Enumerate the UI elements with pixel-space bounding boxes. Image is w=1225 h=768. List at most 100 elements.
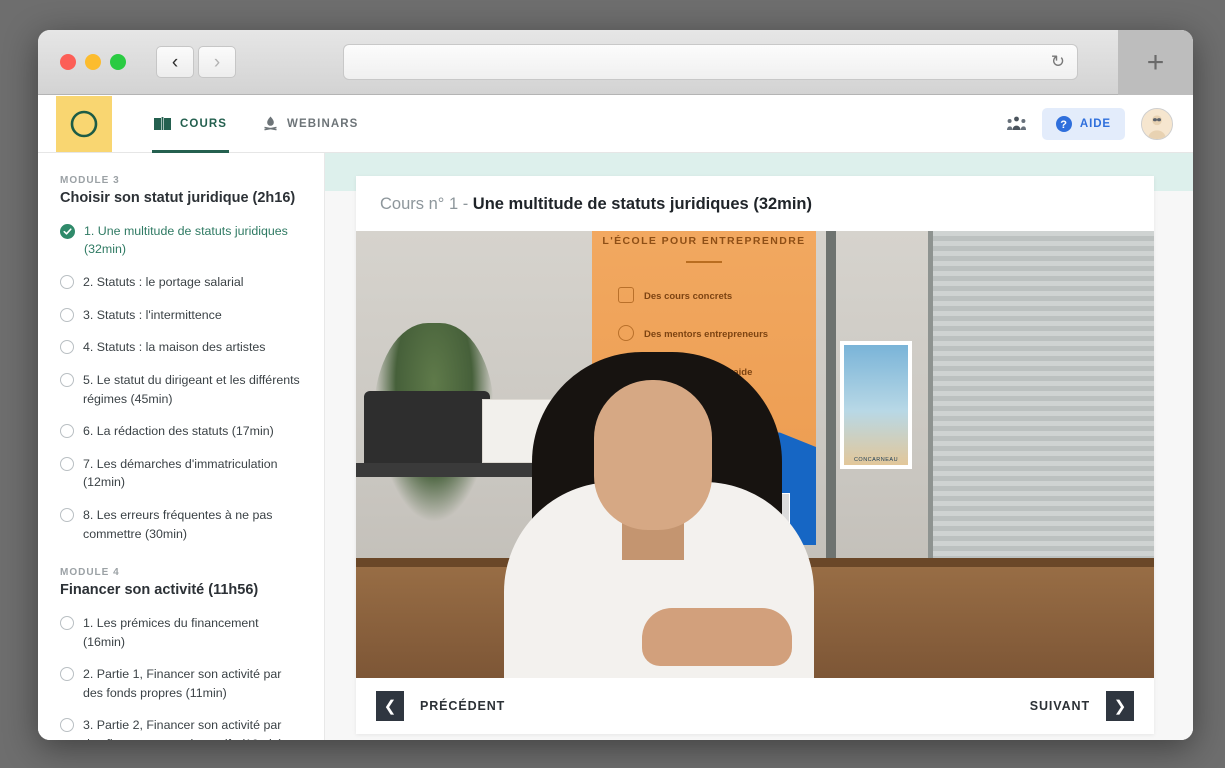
circle-outline-icon xyxy=(60,307,74,322)
list-item[interactable]: 4. Statuts : la maison des artistes xyxy=(60,338,304,357)
list-item-label: 7. Les démarches d'immatriculation (12mi… xyxy=(83,456,278,490)
circle-outline-icon xyxy=(60,275,74,290)
list-item[interactable]: 2. Partie 1, Financer son activité par d… xyxy=(60,665,304,702)
check-circle-icon xyxy=(60,223,75,239)
campfire-icon xyxy=(264,116,277,131)
video-door-frame xyxy=(826,231,836,562)
help-button-label: AIDE xyxy=(1079,117,1111,130)
course-sidebar[interactable]: MODULE 3 Choisir son statut juridique (2… xyxy=(38,153,325,740)
banner-line: Des cours concrets xyxy=(644,291,733,303)
circle-outline-icon xyxy=(60,667,74,682)
module-title: Financer son activité (11h56) xyxy=(60,582,259,599)
circle-outline-icon xyxy=(60,424,74,439)
avatar[interactable] xyxy=(1141,107,1173,140)
previous-lesson-button[interactable]: ❮ PRÉCÉDENT xyxy=(376,691,506,722)
next-label: SUIVANT xyxy=(1029,699,1090,714)
main-content: Cours n° 1 - Une multitude de statuts ju… xyxy=(325,153,1193,740)
list-item[interactable]: 2. Statuts : le portage salarial xyxy=(60,273,304,292)
browser-title-bar: ‹ › ↻ + xyxy=(38,30,1193,95)
list-item-label: 1. Une multitude de statuts juridiques (… xyxy=(84,223,288,257)
page-title: Cours n° 1 - Une multitude de statuts ju… xyxy=(356,176,1154,231)
app-body: MODULE 3 Choisir son statut juridique (2… xyxy=(38,153,1193,740)
help-button[interactable]: ? AIDE xyxy=(1041,107,1125,140)
video-speaker-hands xyxy=(642,608,792,667)
app-header: COURS WEBINARS ? AIDE xyxy=(38,95,1193,153)
circle-outline-icon xyxy=(60,340,74,355)
chevron-left-icon: ❮ xyxy=(376,691,404,722)
video-typewriter xyxy=(364,391,490,466)
list-item-label: 8. Les erreurs fréquentes à ne pas comme… xyxy=(83,507,273,541)
list-item[interactable]: 3. Statuts : l'intermittence xyxy=(60,306,304,325)
chevron-right-icon: ❯ xyxy=(1106,691,1134,722)
course-card: Cours n° 1 - Une multitude de statuts ju… xyxy=(356,176,1154,735)
module-title: Choisir son statut juridique (2h16) xyxy=(60,190,296,206)
video-wall-poster: CONCARNEAU xyxy=(840,341,912,470)
chevron-right-icon: › xyxy=(213,51,221,73)
banner-title: L'ÉCOLE POUR ENTREPRENDRE xyxy=(602,235,806,248)
tab-strip-right: + xyxy=(1118,30,1193,95)
banner-bullet-icon xyxy=(618,287,634,304)
tab-webinars-label: WEBINARS xyxy=(287,117,359,130)
desktop-backdrop: ‹ › ↻ + COURS WEBINARS ? AIDE MODULE 3 C… xyxy=(0,0,1225,768)
navigation-buttons: ‹ › xyxy=(156,46,236,78)
module-kicker: MODULE 3 xyxy=(60,175,120,186)
list-item-label: 3. Partie 2, Financer son activité par d… xyxy=(83,718,283,740)
window-controls xyxy=(60,54,126,70)
svg-text:?: ? xyxy=(1060,119,1068,131)
list-item[interactable]: 8. Les erreurs fréquentes à ne pas comme… xyxy=(60,506,304,543)
book-icon xyxy=(154,116,171,130)
minimize-window-button[interactable] xyxy=(85,54,101,70)
course-name: Une multitude de statuts juridiques (32m… xyxy=(472,195,812,213)
module-block: MODULE 4 Financer son activité (11h56) 1… xyxy=(60,567,304,740)
list-item-label: 4. Statuts : la maison des artistes xyxy=(83,340,266,355)
list-item-label: 2. Statuts : le portage salarial xyxy=(83,275,244,290)
new-tab-button[interactable]: + xyxy=(1147,47,1165,78)
circle-outline-icon xyxy=(60,718,74,733)
compass-logo-icon xyxy=(70,110,98,137)
lesson-navigation: ❮ PRÉCÉDENT SUIVANT ❯ xyxy=(356,678,1154,735)
tab-cours-label: COURS xyxy=(180,117,228,130)
list-item-label: 3. Statuts : l'intermittence xyxy=(83,307,222,322)
next-lesson-button[interactable]: SUIVANT ❯ xyxy=(1029,691,1134,722)
course-number: Cours n° 1 - xyxy=(380,195,473,213)
tab-cours[interactable]: COURS xyxy=(140,95,241,153)
close-window-button[interactable] xyxy=(60,54,76,70)
list-item[interactable]: 1. Les prémices du financement (16min) xyxy=(60,614,304,651)
poster-caption: CONCARNEAU xyxy=(853,457,899,464)
list-item[interactable]: 5. Le statut du dirigeant et les différe… xyxy=(60,371,304,408)
module-block: MODULE 3 Choisir son statut juridique (2… xyxy=(60,175,304,543)
video-player[interactable]: L'ÉCOLE POUR ENTREPRENDRE Des cours conc… xyxy=(356,231,1154,679)
browser-window: ‹ › ↻ + COURS WEBINARS ? AIDE MODULE 3 C… xyxy=(38,30,1193,740)
people-group-icon[interactable] xyxy=(1006,116,1026,132)
list-item-label: 1. Les prémices du financement (16min) xyxy=(83,616,259,649)
maximize-window-button[interactable] xyxy=(110,54,126,70)
main-nav-tabs: COURS WEBINARS xyxy=(140,95,372,153)
list-item-label: 2. Partie 1, Financer son activité par d… xyxy=(83,667,282,700)
circle-outline-icon xyxy=(60,507,74,522)
list-item[interactable]: 3. Partie 2, Financer son activité par d… xyxy=(60,716,304,740)
previous-label: PRÉCÉDENT xyxy=(420,699,506,714)
reload-icon[interactable]: ↻ xyxy=(1051,52,1065,72)
banner-bullet-icon xyxy=(618,325,634,342)
list-item[interactable]: 1. Une multitude de statuts juridiques (… xyxy=(60,222,304,259)
circle-outline-icon xyxy=(60,456,74,471)
list-item-label: 6. La rédaction des statuts (17min) xyxy=(83,424,274,439)
chevron-left-icon: ‹ xyxy=(171,51,179,73)
banner-line: Des mentors entrepreneurs xyxy=(644,329,769,341)
module-kicker: MODULE 4 xyxy=(60,567,120,579)
question-circle-icon: ? xyxy=(1055,115,1072,132)
tab-webinars[interactable]: WEBINARS xyxy=(249,95,372,153)
app-logo[interactable] xyxy=(56,95,112,152)
video-speaker-face xyxy=(594,380,712,531)
list-item[interactable]: 6. La rédaction des statuts (17min) xyxy=(60,422,304,441)
circle-outline-icon xyxy=(60,372,74,387)
back-button[interactable]: ‹ xyxy=(156,46,194,78)
video-window-blinds xyxy=(928,231,1154,562)
address-bar[interactable]: ↻ xyxy=(343,44,1078,80)
circle-outline-icon xyxy=(60,616,74,630)
banner-divider xyxy=(686,261,722,264)
list-item[interactable]: 7. Les démarches d'immatriculation (12mi… xyxy=(60,455,304,492)
list-item-label: 5. Le statut du dirigeant et les différe… xyxy=(83,372,300,406)
forward-button[interactable]: › xyxy=(198,46,236,78)
header-actions: ? AIDE xyxy=(1006,107,1173,140)
